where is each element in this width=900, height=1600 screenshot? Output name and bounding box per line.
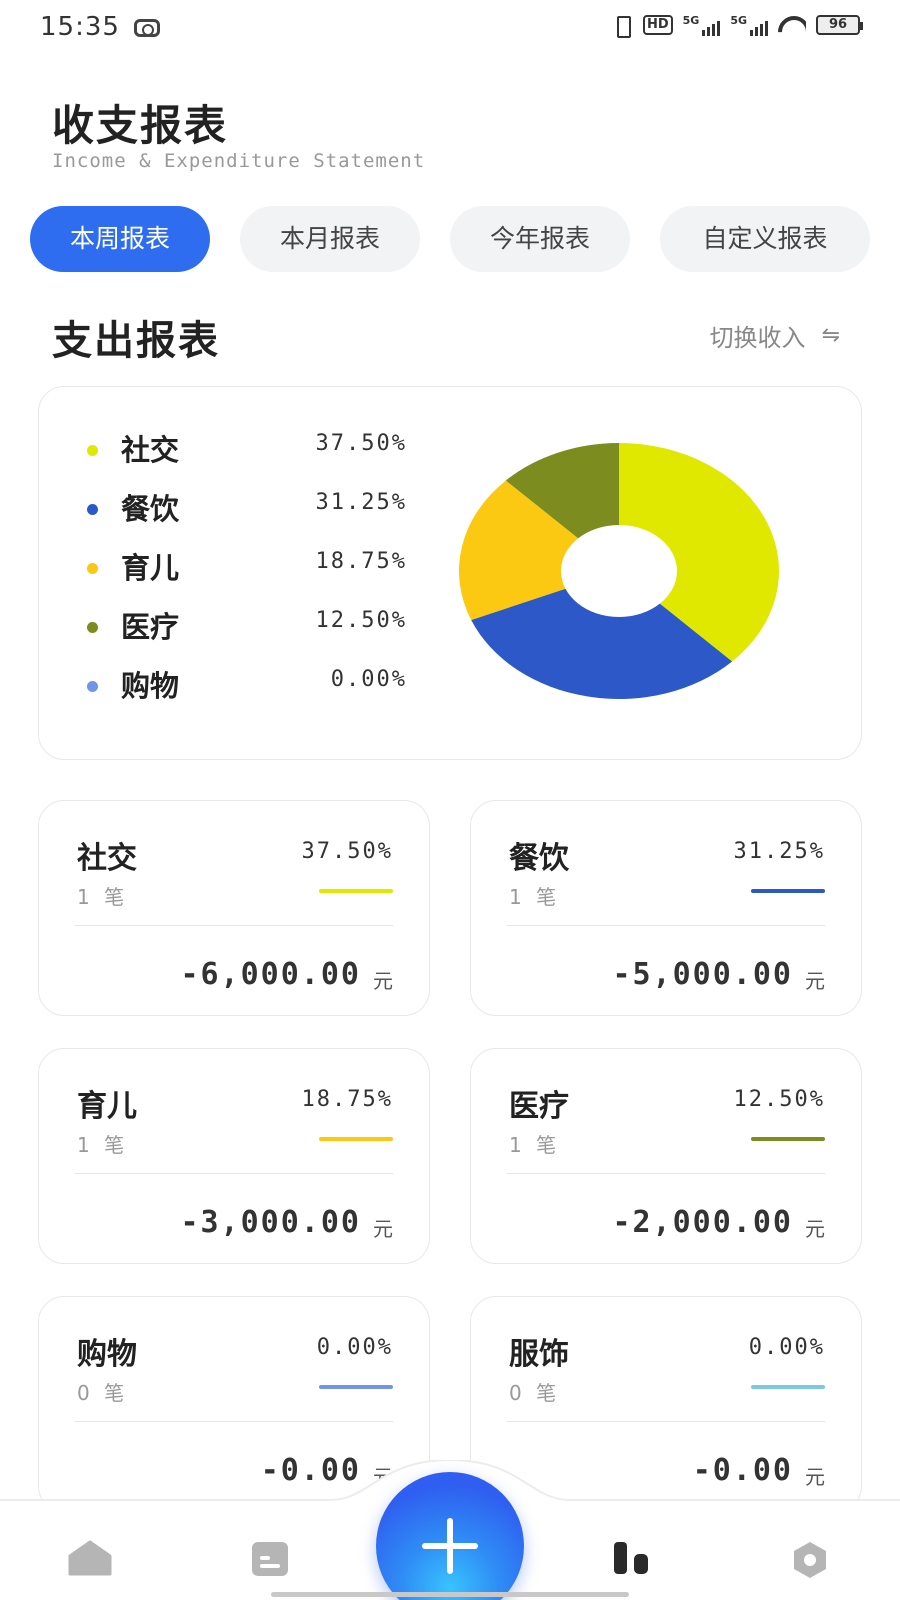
signal-label: 5G	[730, 14, 747, 27]
legend-dot	[87, 563, 98, 574]
category-percent: 37.50%	[301, 839, 393, 864]
signal-icon: 5G	[683, 14, 721, 36]
divider	[507, 1421, 825, 1422]
home-indicator	[271, 1592, 629, 1597]
category-count: 0 笔	[509, 1381, 561, 1405]
category-count: 1 笔	[509, 885, 561, 909]
category-card[interactable]: 医疗 12.50% 1 笔 -2,000.00 元	[470, 1048, 862, 1264]
home-icon[interactable]	[68, 1540, 112, 1576]
legend-label: 医疗	[121, 610, 180, 644]
plus-icon	[447, 1518, 453, 1574]
status-time: 15:35	[40, 12, 120, 42]
legend-item: 社交 37.50%	[87, 427, 407, 486]
tab-custom[interactable]: 自定义报表	[660, 206, 870, 272]
category-percent: 0.00%	[748, 1335, 825, 1360]
currency-unit: 元	[805, 1217, 825, 1241]
divider	[507, 1173, 825, 1174]
category-color-line	[751, 1385, 825, 1389]
switch-income-label: 切换收入	[709, 324, 806, 352]
wifi-icon	[778, 14, 806, 36]
page-subtitle: Income & Expenditure Statement	[52, 150, 426, 172]
category-name: 医疗	[509, 1089, 569, 1124]
category-color-line	[319, 1137, 393, 1141]
legend-label: 育儿	[121, 551, 180, 585]
currency-unit: 元	[373, 1217, 393, 1241]
chart-icon[interactable]	[612, 1540, 652, 1576]
report-period-tabs: 本周报表 本月报表 今年报表 自定义报表	[30, 206, 870, 272]
page-title: 收支报表	[52, 101, 229, 150]
currency-unit: 元	[805, 969, 825, 993]
divider	[75, 925, 393, 926]
tab-this-year[interactable]: 今年报表	[450, 206, 630, 272]
category-name: 育儿	[77, 1089, 137, 1124]
legend-percent: 37.50%	[315, 431, 407, 456]
legend-percent: 12.50%	[315, 608, 407, 633]
category-color-line	[751, 889, 825, 893]
tab-this-week[interactable]: 本周报表	[30, 206, 210, 272]
divider	[507, 925, 825, 926]
legend-item: 购物 0.00%	[87, 663, 407, 722]
legend-percent: 31.25%	[315, 490, 407, 515]
battery-icon: 96	[816, 15, 863, 35]
legend-item: 餐饮 31.25%	[87, 486, 407, 545]
legend-percent: 18.75%	[315, 549, 407, 574]
category-name: 餐饮	[509, 841, 569, 876]
divider	[75, 1421, 393, 1422]
hd-icon: HD	[642, 15, 673, 35]
category-card[interactable]: 餐饮 31.25% 1 笔 -5,000.00 元	[470, 800, 862, 1016]
category-percent: 0.00%	[316, 1335, 393, 1360]
donut-hole	[561, 525, 677, 617]
category-card[interactable]: 育儿 18.75% 1 笔 -3,000.00 元	[38, 1048, 430, 1264]
status-icons: HD 5G 5G 96	[611, 14, 863, 38]
category-amount: -2,000.00	[612, 1205, 793, 1240]
section-title: 支出报表	[52, 318, 220, 364]
bill-icon[interactable]	[250, 1540, 290, 1578]
expense-pie-card: 社交 37.50% 餐饮 31.25% 育儿 18.75% 医疗 12.50% …	[38, 386, 862, 760]
category-amount: -5,000.00	[612, 957, 793, 992]
legend-percent: 0.00%	[330, 667, 407, 692]
category-amount: -6,000.00	[180, 957, 361, 992]
category-percent: 31.25%	[733, 839, 825, 864]
legend-label: 购物	[121, 669, 180, 703]
status-bar: 15:35 HD 5G 5G 96	[0, 0, 900, 56]
legend-item: 育儿 18.75%	[87, 545, 407, 604]
legend-dot	[87, 504, 98, 515]
bottom-nav	[0, 1460, 900, 1600]
legend-dot	[87, 681, 98, 692]
category-color-line	[751, 1137, 825, 1141]
settings-icon[interactable]	[790, 1540, 830, 1580]
category-color-line	[319, 889, 393, 893]
signal-icon: 5G	[730, 14, 768, 36]
legend-item: 医疗 12.50%	[87, 604, 407, 663]
divider	[75, 1173, 393, 1174]
category-count: 1 笔	[509, 1133, 561, 1157]
legend-label: 餐饮	[121, 492, 180, 526]
category-name: 社交	[77, 841, 137, 876]
vibrate-icon	[611, 14, 633, 38]
category-name: 服饰	[509, 1337, 569, 1372]
currency-unit: 元	[373, 969, 393, 993]
swap-icon: ⇋	[821, 323, 840, 348]
signal-label: 5G	[682, 14, 700, 27]
legend-label: 社交	[121, 433, 180, 467]
legend-dot	[87, 622, 98, 633]
category-count: 0 笔	[77, 1381, 129, 1405]
tab-this-month[interactable]: 本月报表	[240, 206, 420, 272]
category-count: 1 笔	[77, 1133, 129, 1157]
category-card[interactable]: 社交 37.50% 1 笔 -6,000.00 元	[38, 800, 430, 1016]
donut-chart	[459, 443, 779, 699]
category-amount: -3,000.00	[180, 1205, 361, 1240]
category-count: 1 笔	[77, 885, 129, 909]
switch-income-button[interactable]: 切换收入 ⇋	[710, 318, 840, 353]
category-name: 购物	[77, 1337, 137, 1372]
sim-card-icon	[134, 19, 160, 37]
legend-dot	[87, 445, 98, 456]
category-color-line	[319, 1385, 393, 1389]
chart-legend: 社交 37.50% 餐饮 31.25% 育儿 18.75% 医疗 12.50% …	[87, 427, 407, 722]
category-percent: 12.50%	[733, 1087, 825, 1112]
category-percent: 18.75%	[301, 1087, 393, 1112]
